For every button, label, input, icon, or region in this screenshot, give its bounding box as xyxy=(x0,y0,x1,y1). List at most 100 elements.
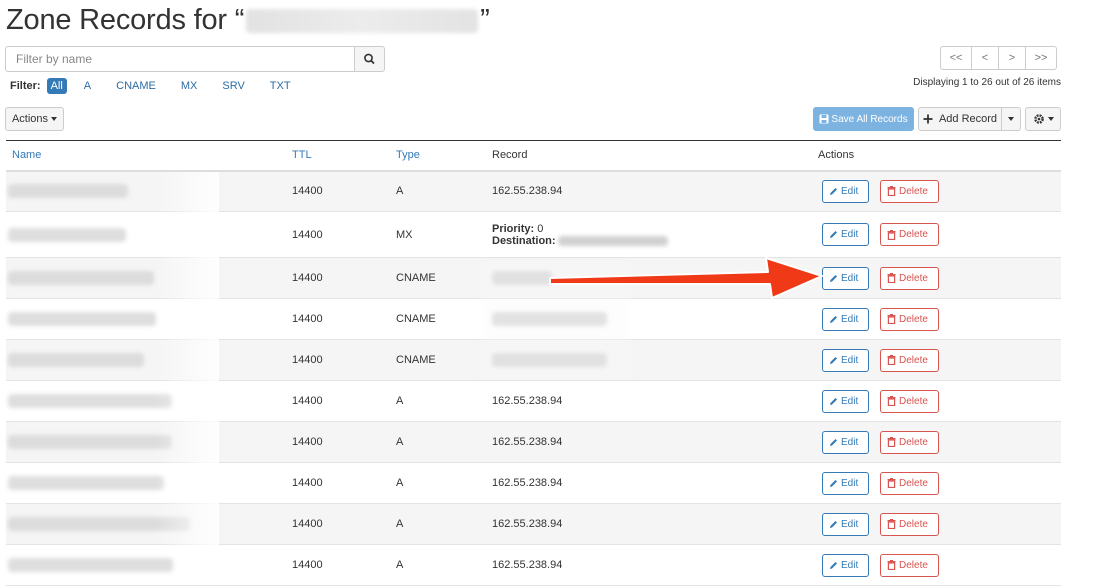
redacted-record-name xyxy=(8,184,128,199)
table-row: 14400 A 162.55.238.94 Edit Delete xyxy=(6,421,1061,463)
edit-button[interactable]: Edit xyxy=(822,389,869,413)
record-type: A xyxy=(396,436,404,448)
edit-button[interactable]: Edit xyxy=(822,553,869,577)
edit-button[interactable]: Edit xyxy=(822,307,869,331)
record-cell: 162.55.238.94 xyxy=(492,504,818,545)
floppy-disk-icon xyxy=(819,114,829,124)
redacted-record-name xyxy=(8,271,154,285)
caret-down-icon xyxy=(51,117,58,121)
edit-button[interactable]: Edit xyxy=(822,430,869,454)
caret-down-icon xyxy=(1047,117,1054,121)
delete-button[interactable]: Delete xyxy=(880,553,939,577)
record-name-cell xyxy=(6,171,292,212)
record-name-cell xyxy=(6,422,292,463)
trash-icon xyxy=(887,186,896,197)
record-cell: 162.55.238.94 xyxy=(492,545,818,586)
edit-button[interactable]: Edit xyxy=(822,266,869,290)
add-record-label: Add Record xyxy=(938,113,998,125)
column-header-name[interactable]: Name xyxy=(6,141,292,171)
zone-records-table: Name TTL Type Record Actions 14400 A 162.5… xyxy=(6,140,1061,586)
redacted-record-name xyxy=(8,312,156,326)
record-actions: Edit Delete xyxy=(818,463,1061,504)
filter-label: Filter: xyxy=(10,80,41,92)
mx-destination: Destination: xyxy=(492,235,818,247)
trash-icon xyxy=(887,229,896,240)
edit-button[interactable]: Edit xyxy=(822,348,869,372)
pager-prev-button[interactable]: < xyxy=(971,46,999,70)
record-name-cell xyxy=(6,299,292,340)
record-cell xyxy=(492,340,818,381)
trash-icon xyxy=(887,273,896,283)
filter-option-a[interactable]: A xyxy=(80,78,95,94)
record-ttl: 14400 xyxy=(292,185,323,198)
record-actions: Edit Delete xyxy=(818,340,1061,381)
edit-button[interactable]: Edit xyxy=(822,512,869,536)
delete-button[interactable]: Delete xyxy=(880,471,939,495)
record-ttl: 14400 xyxy=(292,436,323,448)
table-row: 14400 A 162.55.238.94 Edit Delete xyxy=(6,463,1061,504)
add-record-button[interactable]: Add Record xyxy=(918,107,1002,131)
save-all-records-button[interactable]: Save All Records xyxy=(813,107,914,131)
record-cell xyxy=(492,299,818,340)
record-name-cell xyxy=(6,545,292,586)
pencil-icon xyxy=(830,231,837,238)
record-name-cell xyxy=(6,463,292,504)
column-header-record: Record xyxy=(492,149,528,162)
delete-button[interactable]: Delete xyxy=(880,179,939,203)
trash-icon xyxy=(887,437,896,447)
pager-first-button[interactable]: << xyxy=(940,46,972,70)
add-record-dropdown-toggle[interactable] xyxy=(1001,107,1021,131)
filter-option-mx[interactable]: MX xyxy=(177,78,202,94)
delete-button[interactable]: Delete xyxy=(880,512,939,536)
record-type: CNAME xyxy=(396,354,436,366)
delete-button[interactable]: Delete xyxy=(880,430,939,454)
search-button[interactable] xyxy=(354,46,385,72)
edit-button[interactable]: Edit xyxy=(822,223,869,246)
edit-button[interactable]: Edit xyxy=(822,471,869,495)
delete-button[interactable]: Delete xyxy=(880,348,939,372)
zone-records-page: Zone Records for “ ” Filter: All A CNAME … xyxy=(0,0,1100,586)
settings-dropdown-button[interactable] xyxy=(1025,107,1061,131)
table-row: 14400 CNAME Edit Delete xyxy=(6,299,1061,340)
record-cell: 162.55.238.94 xyxy=(492,381,818,422)
delete-button[interactable]: Delete xyxy=(880,307,939,331)
sort-type-link[interactable]: Type xyxy=(396,149,420,161)
filter-option-txt[interactable]: TXT xyxy=(266,78,295,94)
caret-down-icon xyxy=(1008,117,1014,121)
trash-icon xyxy=(887,396,896,406)
column-header-actions: Actions xyxy=(818,149,855,162)
delete-button[interactable]: Delete xyxy=(880,389,939,413)
record-actions: Edit Delete xyxy=(818,299,1061,340)
redacted-record-value xyxy=(492,312,607,326)
column-header-ttl[interactable]: TTL xyxy=(292,141,396,171)
pencil-icon xyxy=(830,356,837,364)
delete-button[interactable]: Delete xyxy=(880,223,939,246)
record-value: 162.55.238.94 xyxy=(492,395,563,407)
redacted-record-name xyxy=(8,435,172,449)
filter-option-all[interactable]: All xyxy=(46,78,67,94)
search-input[interactable] xyxy=(5,46,355,72)
column-header-type[interactable]: Type xyxy=(396,141,492,171)
record-value: 162.55.238.94 xyxy=(492,559,563,571)
pager-last-button[interactable]: >> xyxy=(1025,46,1057,70)
pager-next-button[interactable]: > xyxy=(998,46,1026,70)
filter-option-srv[interactable]: SRV xyxy=(218,78,248,94)
filter-option-cname[interactable]: CNAME xyxy=(112,78,160,94)
record-cell: 162.55.238.94 xyxy=(492,463,818,504)
table-row: 14400 A 162.55.238.94 Edit Delete xyxy=(6,381,1061,422)
record-cell xyxy=(492,258,818,299)
delete-button[interactable]: Delete xyxy=(880,266,939,290)
record-name-cell xyxy=(6,212,292,258)
table-header-row: Name TTL Type Record Actions xyxy=(6,140,1061,171)
mx-priority: Priority: 0 xyxy=(492,222,544,235)
pencil-icon xyxy=(830,561,837,569)
page-title-prefix: Zone Records for “ xyxy=(6,4,245,36)
record-name-cell xyxy=(6,258,292,299)
record-type: A xyxy=(396,477,404,489)
sort-ttl-link[interactable]: TTL xyxy=(292,149,312,161)
actions-dropdown-button[interactable]: Actions xyxy=(5,107,64,131)
sort-name-link[interactable]: Name xyxy=(12,149,41,161)
redacted-record-name xyxy=(8,227,126,242)
pencil-icon xyxy=(830,479,837,487)
edit-button[interactable]: Edit xyxy=(822,179,869,203)
